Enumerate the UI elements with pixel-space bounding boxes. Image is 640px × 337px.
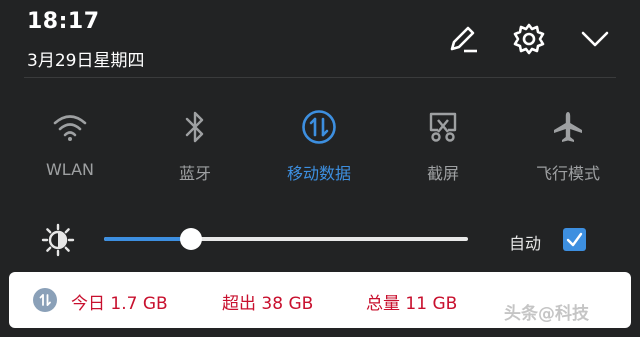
usage-total: 总量 11 GB (366, 294, 458, 314)
toggle-airplane[interactable]: 飞行模式 (508, 104, 628, 184)
toggle-label: 飞行模式 (535, 164, 600, 183)
usage-exceeded: 超出 38 GB (222, 294, 314, 314)
gear-icon (513, 23, 545, 55)
toggle-label: 截屏 (426, 164, 459, 183)
chevron-down-icon (581, 31, 609, 47)
header-divider (24, 77, 616, 78)
brightness-slider-thumb[interactable] (180, 228, 203, 250)
mobile-data-icon (33, 288, 57, 312)
mobile-data-icon (302, 110, 336, 144)
toggle-wlan[interactable]: WLAN (10, 104, 130, 184)
toggle-mobile-data[interactable]: 移动数据 (259, 104, 379, 184)
toggle-label: 蓝牙 (178, 164, 211, 183)
watermark: 头条@科技 (504, 304, 589, 324)
collapse-button[interactable] (576, 20, 614, 58)
time: 18:17 (27, 9, 100, 34)
brightness-slider-fill (104, 237, 192, 241)
edit-icon (450, 26, 477, 53)
toggle-label: 移动数据 (286, 164, 351, 183)
date: 3月29日星期四 (27, 51, 145, 71)
toggle-screenshot[interactable]: 截屏 (383, 104, 503, 184)
usage-today: 今日 1.7 GB (71, 294, 168, 314)
toggle-label: WLAN (45, 160, 94, 179)
settings-button[interactable] (510, 20, 548, 58)
auto-brightness-label: 自动 (509, 234, 542, 253)
brightness-icon (41, 223, 75, 257)
edit-button[interactable] (444, 20, 482, 58)
bluetooth-icon (185, 111, 204, 143)
checkmark-icon (566, 232, 583, 247)
airplane-icon (554, 112, 582, 142)
wifi-icon (53, 115, 87, 141)
auto-brightness-checkbox[interactable] (563, 228, 586, 251)
brightness-slider[interactable] (104, 228, 468, 250)
screenshot-icon (429, 112, 457, 142)
toggle-bluetooth[interactable]: 蓝牙 (135, 104, 255, 184)
